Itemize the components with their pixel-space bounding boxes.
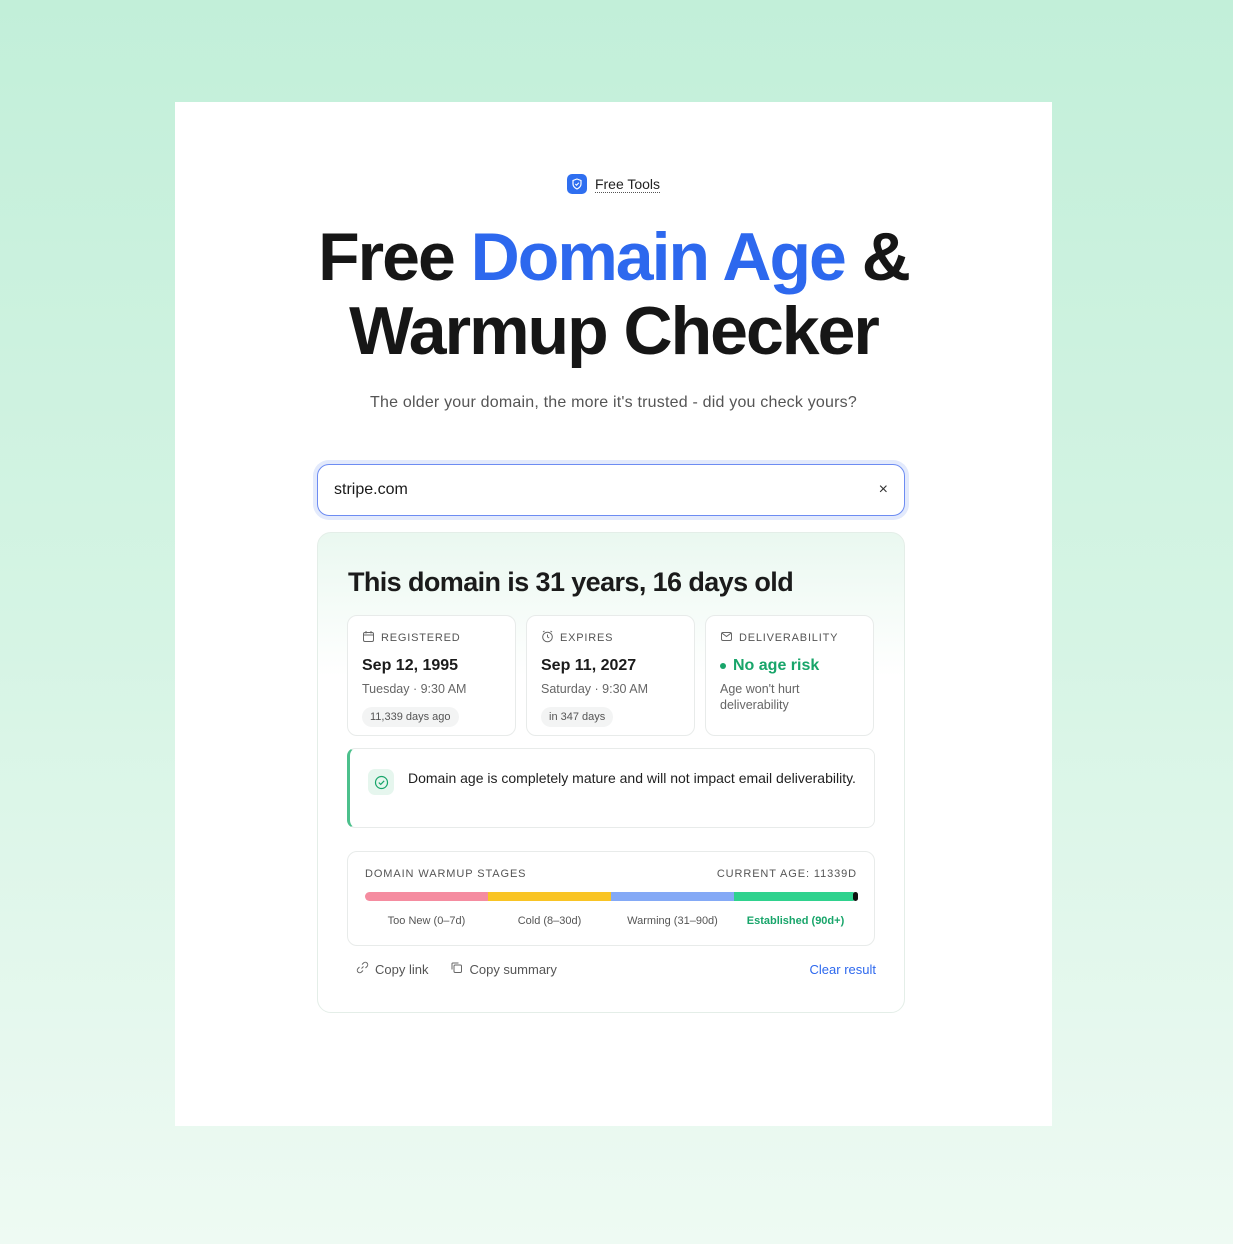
deliverability-card: DELIVERABILITY No age risk Age won't hur… — [705, 615, 874, 736]
stage-segment-established — [734, 892, 857, 901]
stage-label-too-new: Too New (0–7d) — [387, 915, 466, 927]
expires-date: Sep 11, 2027 — [541, 657, 637, 674]
maturity-notice: Domain age is completely mature and will… — [347, 748, 875, 828]
check-circle-icon — [368, 769, 394, 795]
result-panel: This domain is 31 years, 16 days old REG… — [317, 532, 905, 1013]
result-actions: Copy link Copy summary Clear result — [356, 961, 876, 977]
registered-label: REGISTERED — [381, 632, 461, 644]
notice-text: Domain age is completely mature and will… — [408, 770, 856, 786]
free-tools-link[interactable]: Free Tools — [594, 176, 661, 193]
copy-link-button[interactable]: Copy link — [356, 961, 428, 977]
main-card: Free Tools Free Domain Age & Warmup Chec… — [175, 102, 1052, 1126]
current-age-marker — [853, 892, 858, 901]
copy-summary-label: Copy summary — [469, 961, 557, 977]
clear-result-button[interactable]: Clear result — [810, 962, 876, 977]
registered-days-pill: 11,339 days ago — [362, 707, 459, 727]
copy-link-label: Copy link — [375, 961, 429, 977]
domain-input[interactable] — [334, 481, 879, 499]
deliverability-status-text: No age risk — [733, 657, 820, 674]
clear-input-icon[interactable]: × — [879, 481, 888, 499]
registered-date: Sep 12, 1995 — [362, 657, 459, 674]
stage-segment-too-new — [365, 892, 488, 901]
stage-segment-warming — [611, 892, 734, 901]
deliverability-detail: Age won't hurt deliverability — [720, 682, 800, 712]
calendar-icon — [362, 630, 375, 646]
stage-label-warming: Warming (31–90d) — [627, 915, 718, 927]
stages-progress-bar — [365, 892, 858, 901]
status-dot — [720, 663, 726, 669]
result-headline: This domain is 31 years, 16 days old — [348, 567, 794, 597]
warmup-stages: DOMAIN WARMUP STAGES CURRENT AGE: 11339D… — [347, 851, 875, 946]
expires-card: EXPIRES Sep 11, 2027 Saturday · 9:30 AM … — [526, 615, 695, 736]
stages-title: DOMAIN WARMUP STAGES — [365, 868, 527, 880]
deliverability-label: DELIVERABILITY — [739, 632, 839, 644]
expires-days-pill: in 347 days — [541, 707, 614, 727]
copy-icon — [450, 961, 463, 977]
deliverability-status: No age risk — [720, 657, 859, 675]
current-age: CURRENT AGE: 11339D — [716, 868, 857, 880]
title-part-1: Free — [318, 219, 471, 295]
page-subtitle: The older your domain, the more it's tru… — [370, 394, 857, 411]
link-icon — [356, 961, 369, 977]
domain-search-box: × — [317, 464, 905, 516]
copy-summary-button[interactable]: Copy summary — [450, 961, 557, 977]
stats-row: REGISTERED Sep 12, 1995 Tuesday · 9:30 A… — [347, 615, 874, 736]
stage-label-cold: Cold (8–30d) — [517, 915, 582, 927]
stage-segment-cold — [488, 892, 611, 901]
expires-detail: Saturday · 9:30 AM — [541, 682, 649, 696]
title-line-2: Warmup Checker — [349, 293, 880, 369]
free-tools-badge[interactable]: Free Tools — [175, 174, 1052, 194]
shield-icon — [566, 174, 587, 194]
registered-detail: Tuesday · 9:30 AM — [362, 682, 467, 696]
clock-icon — [541, 630, 554, 646]
expires-label: EXPIRES — [560, 632, 614, 644]
stage-label-established: Established (90d+) — [746, 915, 845, 927]
page-title: Free Domain Age & Warmup Checker — [175, 220, 1052, 368]
mail-check-icon — [720, 630, 733, 646]
title-part-2: & — [844, 219, 911, 295]
title-accent: Domain Age — [470, 219, 847, 295]
registered-card: REGISTERED Sep 12, 1995 Tuesday · 9:30 A… — [347, 615, 516, 736]
